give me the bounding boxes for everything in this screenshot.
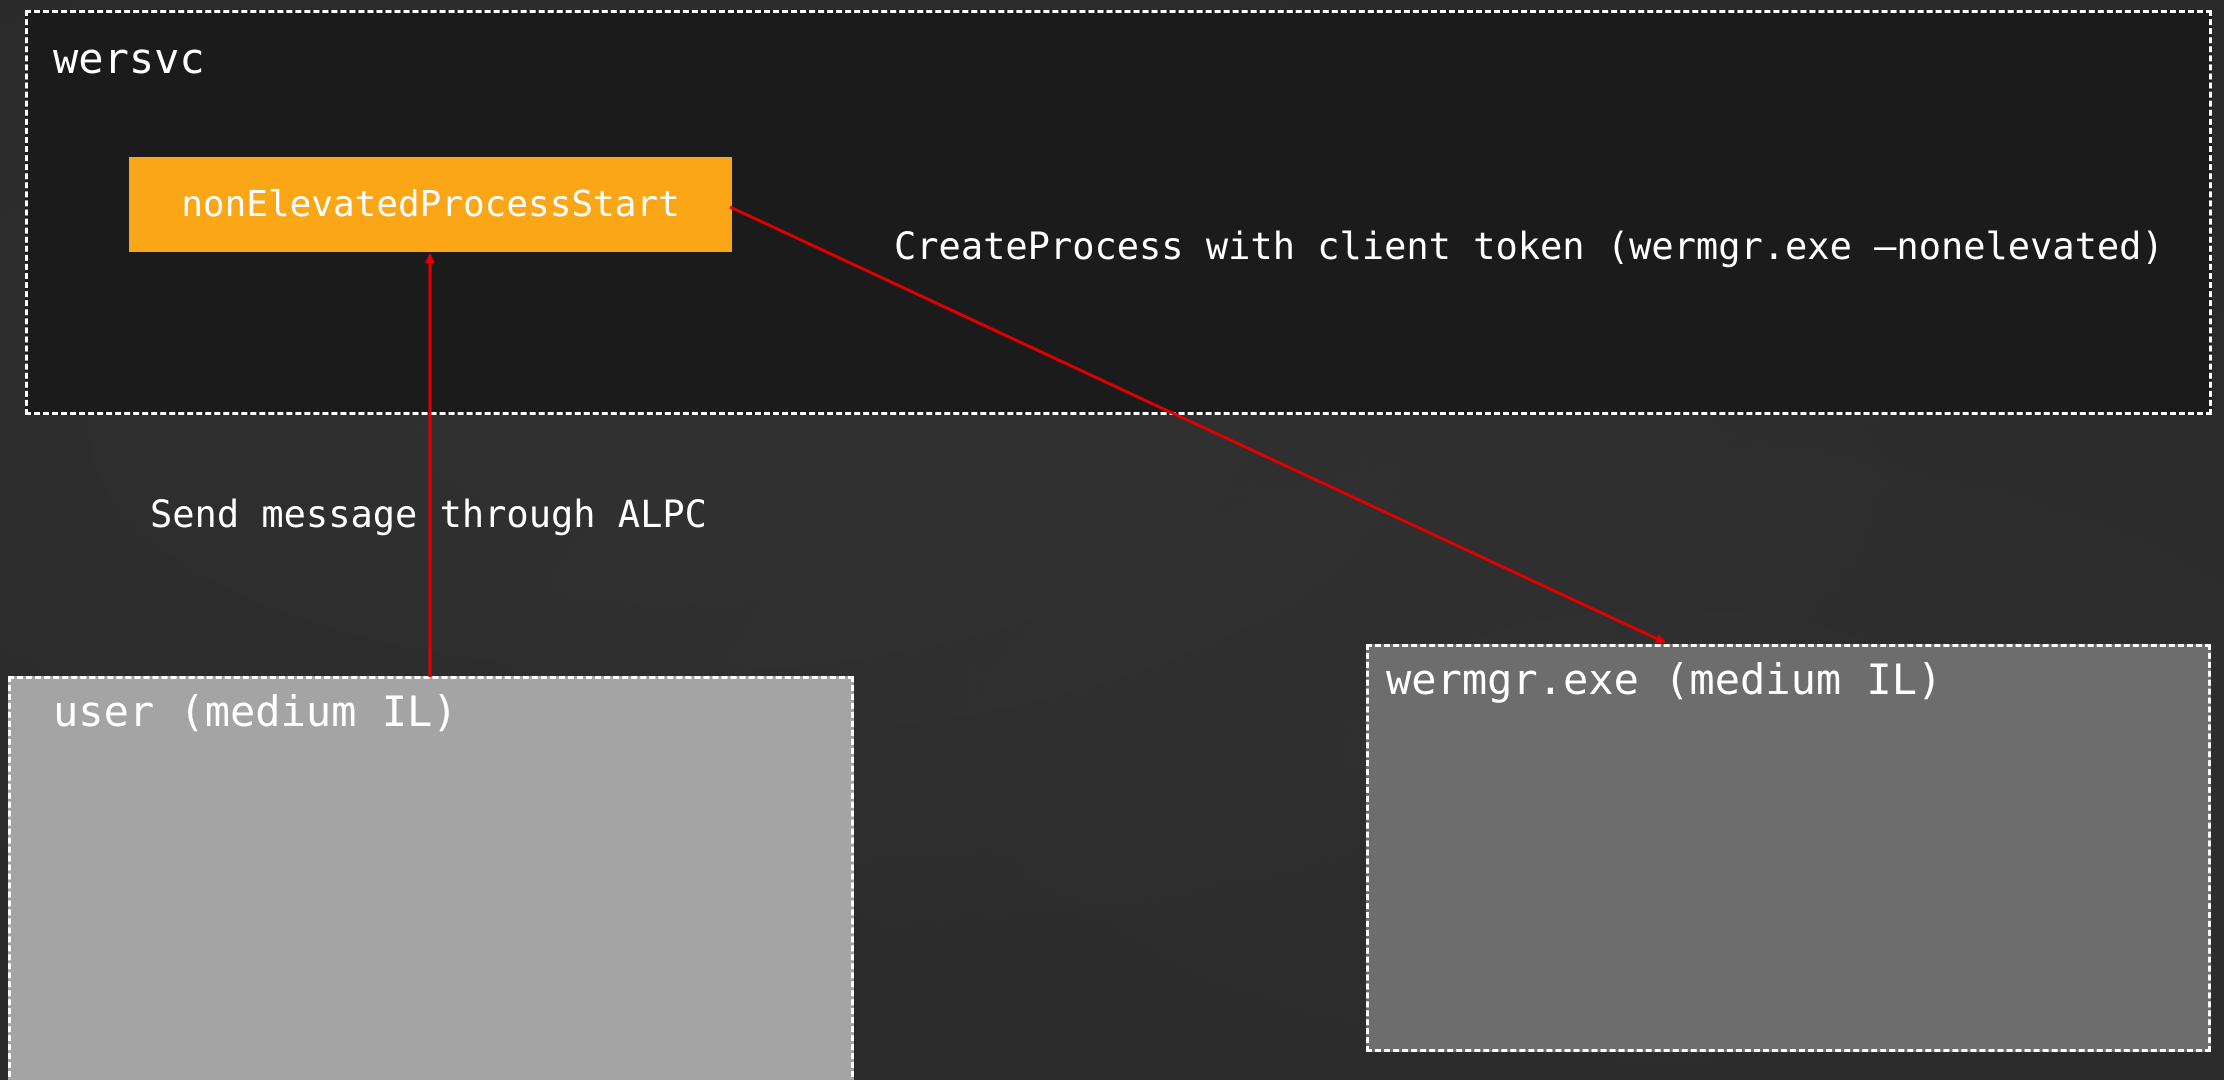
wersvc-title: wersvc <box>53 34 205 83</box>
user-container: user (medium IL) <box>8 676 854 1080</box>
nonelevated-process-start-node: nonElevatedProcessStart <box>129 157 732 252</box>
wermgr-container: wermgr.exe (medium IL) <box>1366 644 2211 1052</box>
alpc-edge-label: Send message through ALPC <box>150 493 707 536</box>
create-process-edge-label: CreateProcess with client token (wermgr.… <box>894 225 2164 268</box>
wermgr-title: wermgr.exe (medium IL) <box>1386 655 1943 704</box>
user-title: user (medium IL) <box>53 687 458 736</box>
